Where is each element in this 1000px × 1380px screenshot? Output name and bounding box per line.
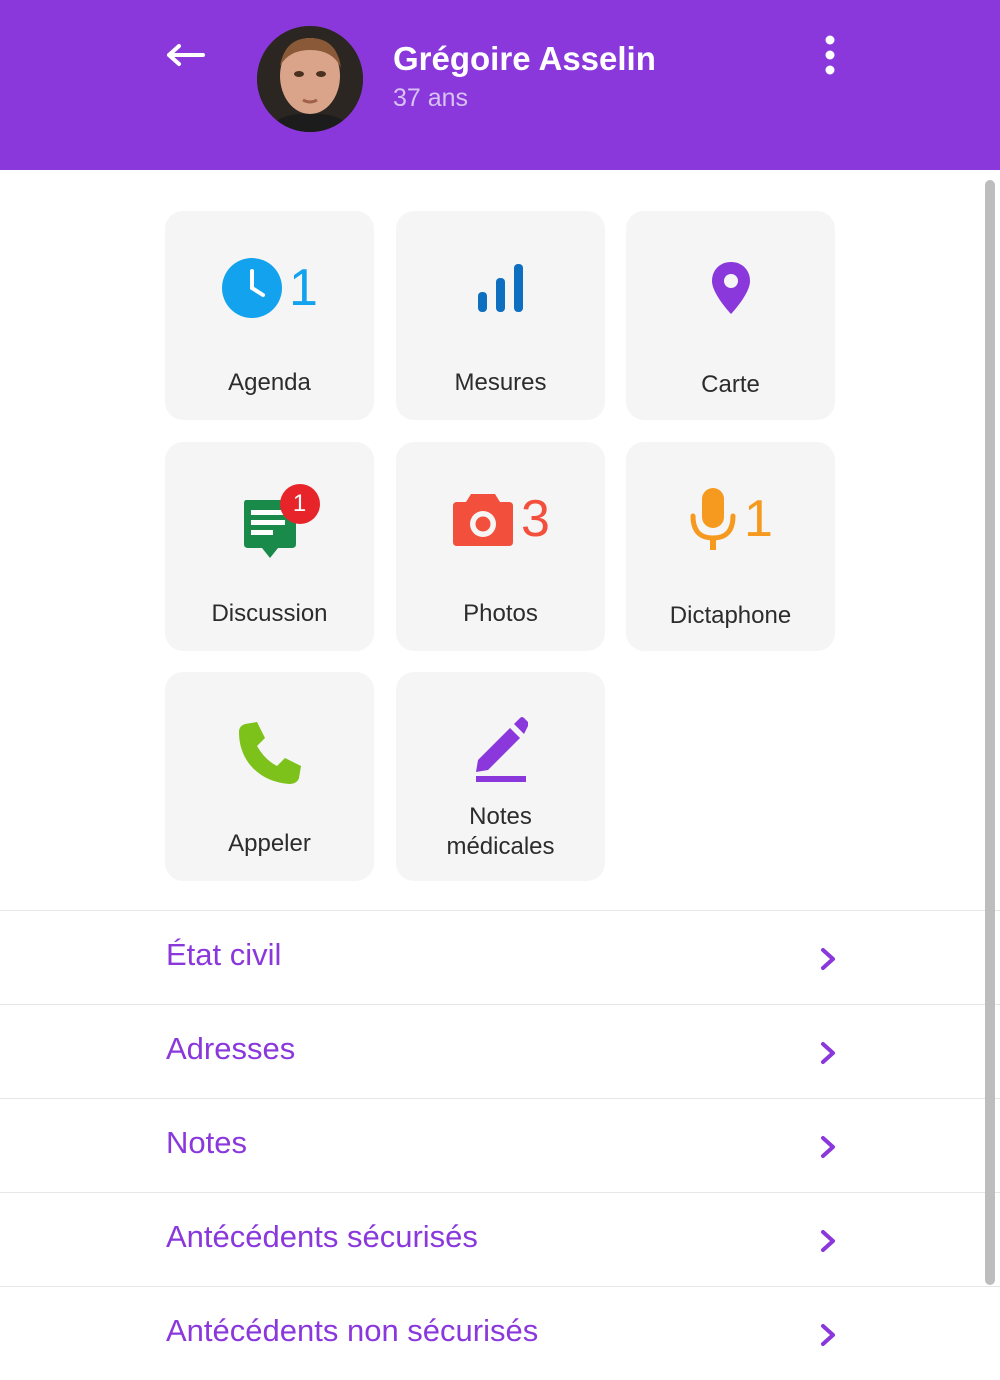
more-vertical-icon: [825, 35, 835, 75]
clock-icon: [222, 258, 283, 318]
tile-carte[interactable]: Carte: [626, 211, 835, 420]
agenda-count: 1: [289, 259, 318, 317]
patient-avatar: [257, 26, 363, 132]
back-button[interactable]: [160, 32, 210, 78]
list-item-adresses[interactable]: Adresses: [0, 1004, 1000, 1098]
tile-label-line2: médicales: [446, 833, 555, 860]
list-item-antecedents-securises[interactable]: Antécédents sécurisés: [0, 1192, 1000, 1286]
more-options-button[interactable]: [812, 30, 848, 80]
tile-label: Agenda: [228, 369, 311, 396]
app-header: Grégoire Asselin 37 ans: [0, 0, 1000, 170]
tile-dictaphone[interactable]: 1 Dictaphone: [626, 442, 835, 651]
list-item-label: Adresses: [166, 1031, 296, 1066]
tile-label: Dictaphone: [669, 602, 792, 629]
chevron-right-icon: [821, 1324, 835, 1346]
chevron-right-icon: [821, 1136, 835, 1158]
map-pin-icon: [711, 262, 750, 314]
tile-mesures[interactable]: Mesures: [396, 211, 605, 420]
dictaphone-count: 1: [744, 490, 773, 548]
camera-icon: [453, 494, 514, 546]
pencil-icon: [475, 717, 528, 782]
tile-label: Appeler: [228, 830, 311, 857]
patient-sections-list: État civil Adresses Notes Antécédents sé…: [0, 910, 1000, 1380]
unread-badge: 1: [279, 484, 320, 524]
tile-discussion[interactable]: 1 Discussion: [165, 442, 374, 651]
patient-name: Grégoire Asselin: [393, 40, 656, 77]
tile-appeler[interactable]: Appeler: [165, 672, 374, 881]
list-item-antecedents-non-securises[interactable]: Antécédents non sécurisés: [0, 1286, 1000, 1380]
chevron-right-icon: [821, 1042, 835, 1064]
tile-label: Discussion: [211, 600, 328, 627]
tile-label: Notes médicales: [396, 802, 605, 862]
arrow-left-icon: [167, 44, 205, 66]
tile-label-line1: Notes: [469, 803, 532, 830]
bar-chart-icon: [477, 264, 523, 312]
phone-icon: [238, 722, 301, 784]
scrollbar[interactable]: [985, 180, 995, 1285]
list-item-notes[interactable]: Notes: [0, 1098, 1000, 1192]
tile-label: Mesures: [454, 369, 547, 396]
microphone-icon: [690, 488, 736, 550]
photos-count: 3: [521, 490, 550, 548]
patient-age: 37 ans: [393, 84, 469, 112]
tile-label: Carte: [701, 371, 760, 398]
tile-notes-medicales[interactable]: Notes médicales: [396, 672, 605, 881]
tile-photos[interactable]: 3 Photos: [396, 442, 605, 651]
tile-label: Photos: [463, 600, 538, 627]
chevron-right-icon: [821, 948, 835, 970]
chevron-right-icon: [821, 1230, 835, 1252]
list-item-label: Notes: [166, 1125, 247, 1160]
list-item-label: Antécédents sécurisés: [166, 1219, 478, 1254]
list-item-label: État civil: [166, 937, 282, 972]
list-item-label: Antécédents non sécurisés: [166, 1313, 539, 1348]
tile-agenda[interactable]: 1 Agenda: [165, 211, 374, 420]
list-item-etat-civil[interactable]: État civil: [0, 910, 1000, 1004]
